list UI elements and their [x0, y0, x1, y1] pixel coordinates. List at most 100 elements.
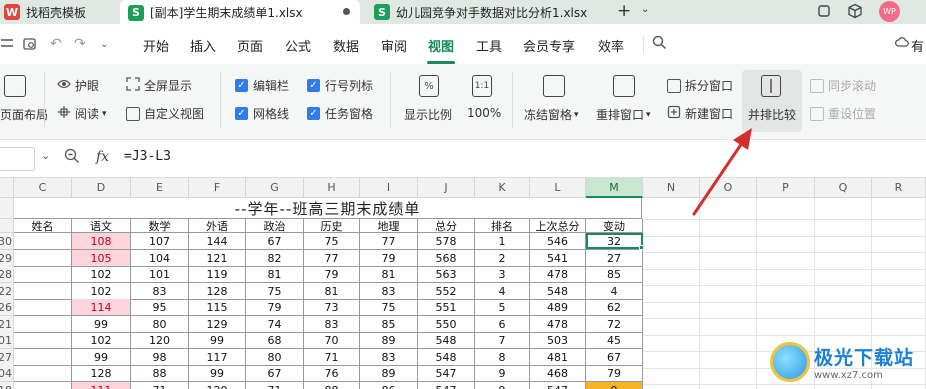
table-cell[interactable]: 75	[246, 283, 304, 300]
gridlines-checkbox[interactable]: ✓ 网格线	[235, 105, 289, 122]
row-header[interactable]	[0, 198, 14, 219]
table-cell[interactable]: 1	[475, 233, 530, 250]
fill-handle[interactable]	[639, 245, 644, 250]
table-cell[interactable]: 128	[189, 283, 246, 300]
table-cell[interactable]: 67	[246, 233, 304, 250]
table-cell[interactable]: 71	[131, 382, 189, 389]
print-preview-icon[interactable]	[22, 36, 38, 56]
table-cell[interactable]: 4	[586, 283, 643, 300]
column-header-o[interactable]: O	[700, 178, 757, 198]
table-cell[interactable]: 101	[131, 266, 189, 283]
rearrange-windows-button[interactable]: 重排窗口 ▾	[596, 106, 651, 123]
new-tab-plus-icon[interactable]: +	[617, 1, 631, 21]
table-cell[interactable]: 83	[360, 283, 418, 300]
menu-tools[interactable]: 工具	[476, 36, 502, 55]
page-layout-button[interactable]: 页面布局	[0, 106, 48, 123]
table-cell[interactable]: 2	[475, 250, 530, 267]
table-cell[interactable]: 115	[189, 299, 246, 316]
table-cell[interactable]: 548	[418, 332, 475, 349]
row-header[interactable]	[0, 219, 14, 233]
side-by-side-button[interactable]: 并排比较	[748, 106, 796, 123]
table-cell[interactable]: 547	[418, 382, 475, 389]
table-cell[interactable]: 9	[475, 365, 530, 382]
table-cell[interactable]: 79	[304, 266, 360, 283]
table-cell[interactable]: 95	[131, 299, 189, 316]
task-pane-checkbox[interactable]: ✓ 任务窗格	[307, 105, 373, 122]
table-cell[interactable]: 578	[418, 233, 475, 250]
menu-insert[interactable]: 插入	[190, 36, 216, 55]
new-window-button[interactable]: 新建窗口	[667, 105, 733, 122]
table-cell[interactable]: 128	[72, 365, 131, 382]
table-cell[interactable]: 45	[586, 332, 643, 349]
zoom-lookup-icon[interactable]	[64, 148, 80, 168]
tab-docer-templates[interactable]: W 找稻壳模板	[0, 0, 118, 24]
table-header-cell[interactable]: 外语	[189, 219, 246, 233]
table-cell[interactable]: 102	[72, 283, 131, 300]
column-header-k[interactable]: K	[475, 178, 530, 198]
table-cell[interactable]: 102	[72, 332, 131, 349]
table-cell[interactable]: 79	[246, 299, 304, 316]
table-cell[interactable]: 144	[189, 233, 246, 250]
cloud-icon[interactable]	[895, 35, 909, 53]
table-cell[interactable]: 478	[530, 316, 586, 333]
table-cell[interactable]: 121	[189, 250, 246, 267]
table-cell[interactable]: 102	[72, 266, 131, 283]
sheet-title[interactable]: --学年--班高三期末成绩单	[14, 198, 642, 219]
table-cell[interactable]: 83	[304, 316, 360, 333]
menu-member[interactable]: 会员专享	[523, 36, 575, 55]
table-cell[interactable]: 83	[131, 283, 189, 300]
table-cell[interactable]: 120	[131, 332, 189, 349]
table-cell[interactable]: 550	[418, 316, 475, 333]
table-cell[interactable]: 5	[475, 299, 530, 316]
table-cell[interactable]: 74	[246, 316, 304, 333]
table-cell[interactable]: 81	[304, 283, 360, 300]
quick-access-chevron-icon[interactable]: ⌄	[100, 39, 108, 50]
select-all-corner[interactable]	[0, 178, 14, 198]
row-header[interactable]: 18	[0, 382, 14, 389]
menu-home[interactable]: 开始	[143, 36, 169, 55]
table-cell[interactable]: 70	[304, 332, 360, 349]
menu-data[interactable]: 数据	[333, 36, 359, 55]
window-restore-icon[interactable]	[816, 3, 832, 19]
tab-student-grades[interactable]: S [副本]学生期末成绩单1.xlsx	[120, 0, 360, 25]
table-cell[interactable]: 478	[530, 266, 586, 283]
table-header-cell[interactable]: 上次总分	[530, 219, 586, 233]
menu-view[interactable]: 视图	[428, 36, 454, 55]
table-cell[interactable]: 9	[475, 382, 530, 389]
table-header-cell[interactable]: 语文	[72, 219, 131, 233]
name-box-chevron-icon[interactable]: ⌄	[41, 149, 50, 162]
table-header-cell[interactable]: 地理	[360, 219, 418, 233]
table-cell[interactable]: 129	[189, 316, 246, 333]
table-cell[interactable]	[14, 316, 72, 333]
column-header-n[interactable]: N	[643, 178, 700, 198]
column-header-h[interactable]: H	[304, 178, 360, 198]
row-header[interactable]: 01	[0, 332, 14, 349]
active-cell-selection[interactable]	[586, 233, 643, 249]
zoom-100-button[interactable]: 100%	[467, 106, 501, 120]
table-cell[interactable]: 72	[586, 316, 643, 333]
table-cell[interactable]: 568	[418, 250, 475, 267]
table-cell[interactable]: 119	[189, 266, 246, 283]
table-cell[interactable]	[14, 250, 72, 267]
display-ratio-button[interactable]: 显示比例	[404, 106, 452, 123]
table-cell[interactable]: 85	[360, 316, 418, 333]
table-cell[interactable]: 563	[418, 266, 475, 283]
table-cell[interactable]: 489	[530, 299, 586, 316]
column-header-d[interactable]: D	[72, 178, 131, 198]
fullscreen-button[interactable]: 全屏显示	[126, 77, 192, 94]
table-cell[interactable]: 6	[475, 316, 530, 333]
table-header-cell[interactable]: 变动	[586, 219, 643, 233]
search-icon[interactable]	[652, 35, 667, 54]
menu-review[interactable]: 审阅	[381, 36, 407, 55]
column-header-i[interactable]: I	[360, 178, 418, 198]
user-avatar[interactable]: WP	[879, 1, 900, 22]
table-cell[interactable]: 8	[475, 349, 530, 366]
table-cell[interactable]: 548	[418, 349, 475, 366]
table-cell[interactable]: 546	[530, 233, 586, 250]
table-cell[interactable]: 468	[530, 365, 586, 382]
table-cell[interactable]	[14, 365, 72, 382]
table-header-cell[interactable]: 排名	[475, 219, 530, 233]
table-cell[interactable]: 3	[475, 266, 530, 283]
table-cell[interactable]: 77	[360, 233, 418, 250]
table-cell[interactable]: 99	[189, 365, 246, 382]
